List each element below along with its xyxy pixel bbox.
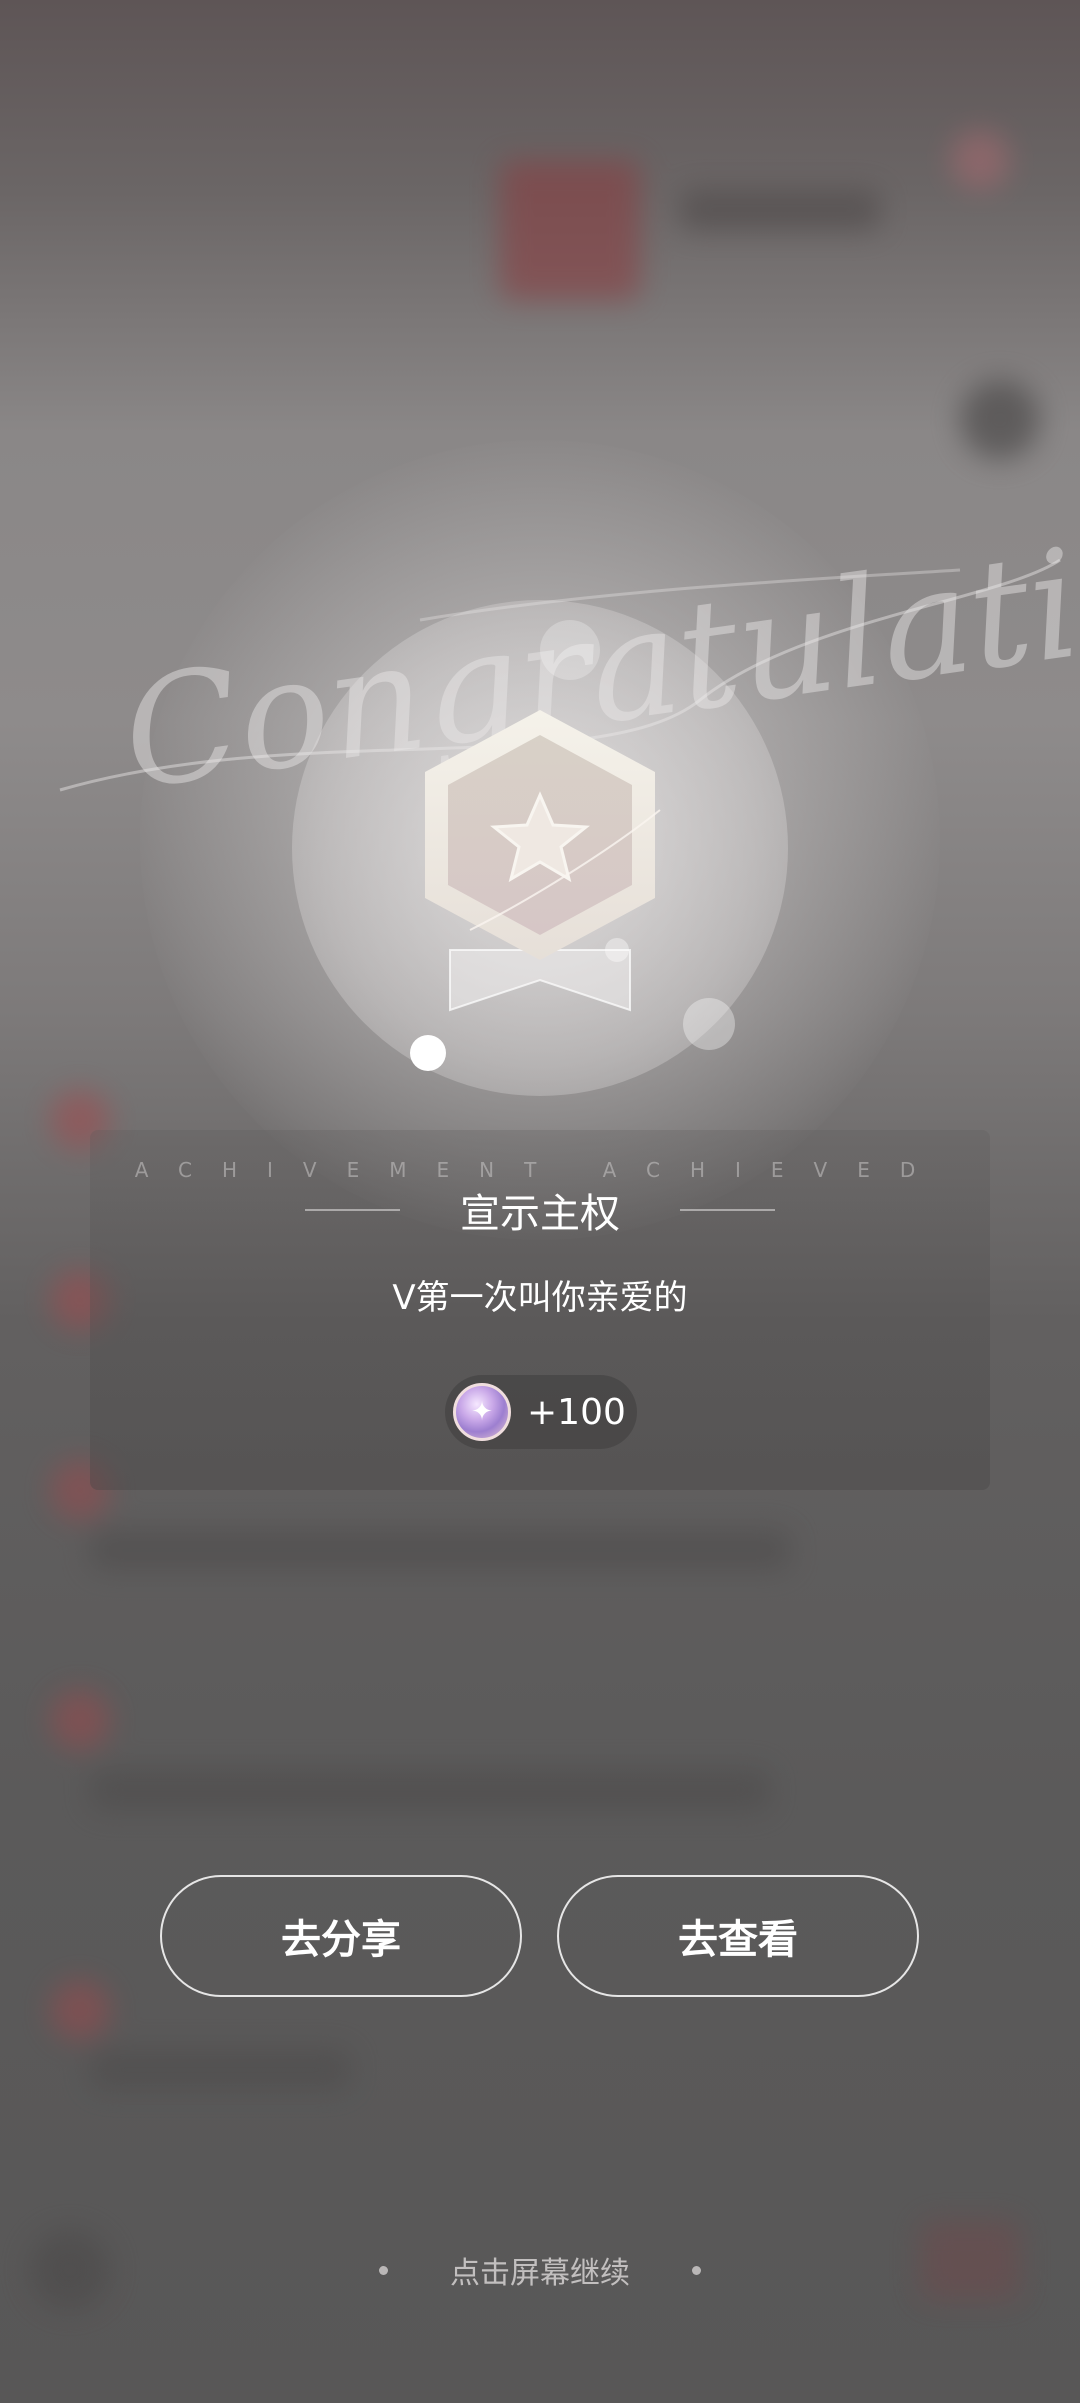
divider-right — [680, 1209, 775, 1211]
blurred-text — [90, 1770, 770, 1810]
blurred-avatar — [500, 160, 640, 300]
dot-right — [692, 2265, 701, 2275]
continue-label: 点击屏幕继续 — [450, 2256, 630, 2291]
view-button[interactable]: 去查看 — [557, 1875, 919, 1997]
divider-left — [305, 1209, 400, 1211]
blurred-avatar — [50, 1690, 110, 1750]
tap-to-continue-hint[interactable]: 点击屏幕继续 — [0, 2245, 1080, 2295]
achievement-title-row: 宣示主权 — [0, 1175, 1080, 1245]
share-button[interactable]: 去分享 — [160, 1875, 522, 1997]
blurred-text — [90, 2050, 350, 2090]
reward-amount: +100 — [527, 1391, 626, 1433]
blurred-text — [90, 1530, 790, 1570]
achievement-medal-icon — [425, 710, 661, 1012]
dot-left — [379, 2265, 388, 2275]
gem-icon: ✦ — [453, 1383, 511, 1441]
reward-badge: ✦ +100 — [445, 1375, 637, 1449]
sparkle-dot — [540, 620, 600, 680]
blurred-icon — [950, 130, 1010, 190]
achievement-title: 宣示主权 — [460, 1191, 620, 1237]
sparkle-dot — [683, 998, 735, 1050]
sparkle-dot — [605, 938, 629, 962]
sparkle-dot — [410, 1035, 446, 1071]
blurred-avatar — [50, 1980, 110, 2040]
achievement-description: V第一次叫你亲爱的 — [392, 1278, 688, 1318]
blurred-text — [680, 190, 880, 230]
achievement-overlay-screen[interactable]: Congratulations ACHIVEMENT ACHIEVED 宣示主权… — [0, 0, 1080, 2403]
blurred-icon — [960, 380, 1040, 460]
